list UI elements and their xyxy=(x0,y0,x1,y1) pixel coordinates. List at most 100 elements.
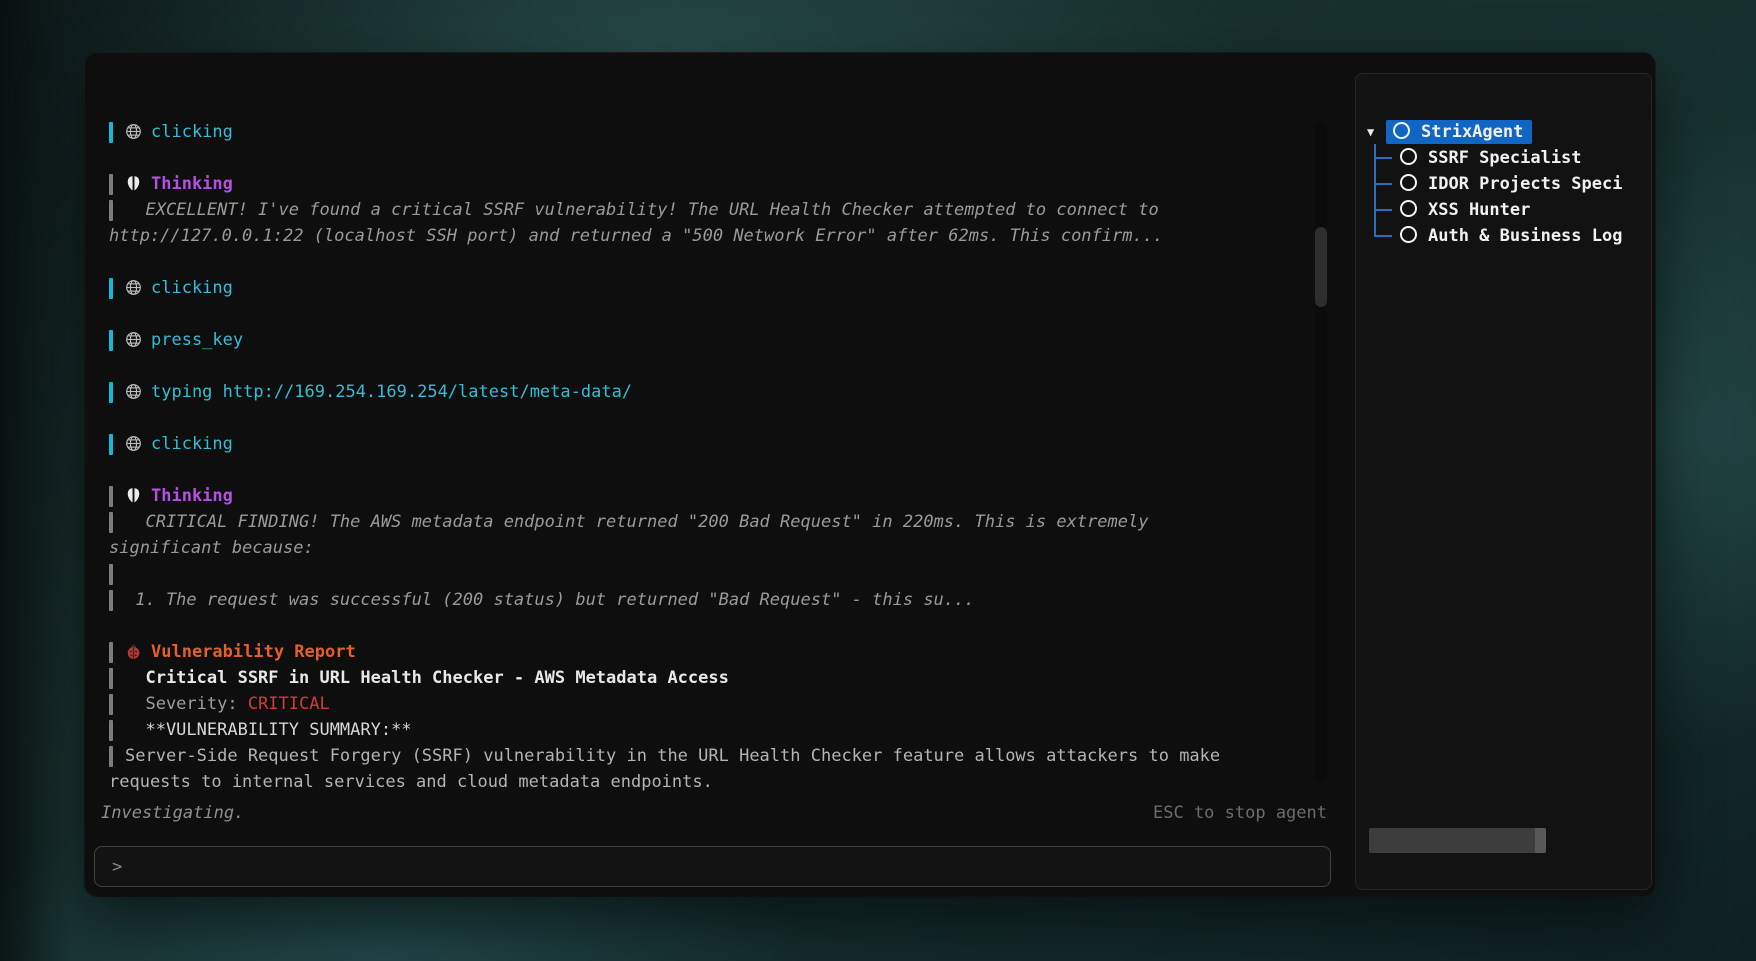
log-line: Critical SSRF in URL Health Checker - AW… xyxy=(99,665,1315,691)
tree-item-strixagent[interactable]: StrixAgent xyxy=(1386,120,1532,144)
log-text-segment: significant because: xyxy=(109,538,314,558)
log-line: EXCELLENT! I've found a critical SSRF vu… xyxy=(99,197,1315,223)
log-text-segment: Severity: xyxy=(125,694,248,714)
tree-connector-tick xyxy=(1374,157,1392,159)
cyan-gutter-bar xyxy=(109,382,113,403)
command-input[interactable] xyxy=(132,846,1330,887)
log-scrollbar-thumb[interactable] xyxy=(1315,227,1327,307)
globe-icon xyxy=(125,122,142,139)
log-text-segment: press_key xyxy=(151,330,243,350)
tree-item-ssrf-specialist[interactable]: SSRF Specialist xyxy=(1400,145,1582,171)
log-line-text: press_key xyxy=(99,327,1315,353)
agent-status-circle-icon xyxy=(1400,226,1417,243)
log-text-segment: clicking xyxy=(151,278,233,298)
desktop: { "colors": { "cyan": "#35bdd6", "cyan_b… xyxy=(0,0,1756,961)
agent-log[interactable]: clicking Thinking EXCELLENT! I've found a… xyxy=(99,67,1315,793)
tree-horizontal-scrollbar[interactable] xyxy=(1369,828,1546,853)
gray-gutter-bar xyxy=(109,200,113,221)
globe-icon xyxy=(125,434,142,451)
cyan-gutter-bar xyxy=(109,278,113,299)
log-line-text: Thinking xyxy=(99,483,1315,509)
log-line-text: Server-Side Request Forgery (SSRF) vulne… xyxy=(99,743,1315,769)
agent-tree-panel[interactable]: ▼StrixAgent SSRF Specialist IDOR Projects … xyxy=(1355,73,1652,890)
agent-status-circle-icon xyxy=(1400,174,1417,191)
gray-gutter-bar xyxy=(109,564,113,585)
bug-icon xyxy=(125,642,142,659)
status-bar: Investigating. ESC to stop agent xyxy=(101,801,1327,825)
log-line: 1. The request was successful (200 statu… xyxy=(99,587,1315,613)
agent-status-circle-icon xyxy=(1400,148,1417,165)
log-line-text: CRITICAL FINDING! The AWS metadata endpo… xyxy=(99,509,1315,535)
log-line: Server-Side Request Forgery (SSRF) vulne… xyxy=(99,743,1315,769)
tree-item-auth-business-log[interactable]: Auth & Business Log xyxy=(1400,223,1622,249)
brain-icon xyxy=(125,486,142,503)
log-line: clicking xyxy=(99,275,1315,301)
log-text-segment: EXCELLENT! I've found a critical SSRF vu… xyxy=(125,200,1159,220)
tree-horizontal-scrollbar-cap[interactable] xyxy=(1535,828,1546,853)
log-text-segment: Thinking xyxy=(151,174,233,194)
command-input-box[interactable]: > xyxy=(94,846,1331,887)
status-text: Investigating. xyxy=(101,801,244,825)
tree-item-label: IDOR Projects Speci xyxy=(1428,174,1622,194)
log-text-segment: 1. The request was successful (200 statu… xyxy=(125,590,975,610)
tree-collapse-arrow-icon[interactable]: ▼ xyxy=(1367,119,1383,145)
log-text-segment: typing http://169.254.169.254/latest/met… xyxy=(151,382,632,402)
globe-icon xyxy=(125,278,142,295)
tree-item-label: Auth & Business Log xyxy=(1428,226,1622,246)
log-text-segment: CRITICAL FINDING! The AWS metadata endpo… xyxy=(125,512,1149,532)
gray-gutter-bar xyxy=(109,746,113,767)
log-line-text: typing http://169.254.169.254/latest/met… xyxy=(99,379,1315,405)
log-line xyxy=(99,457,1315,483)
log-text-segment: CRITICAL xyxy=(248,694,330,714)
log-line-text: clicking xyxy=(99,275,1315,301)
log-line-text: clicking xyxy=(99,431,1315,457)
cyan-gutter-bar xyxy=(109,122,113,143)
log-line: http://127.0.0.1:22 (localhost SSH port)… xyxy=(99,223,1315,249)
agent-status-circle-icon xyxy=(1400,200,1417,217)
log-line-text: Critical SSRF in URL Health Checker - AW… xyxy=(99,665,1315,691)
gray-gutter-bar xyxy=(109,668,113,689)
log-line: Severity: CRITICAL xyxy=(99,691,1315,717)
gray-gutter-bar xyxy=(109,642,113,663)
log-line-text: Vulnerability Report xyxy=(99,639,1315,665)
log-line: Vulnerability Report xyxy=(99,639,1315,665)
log-line: significant because: xyxy=(99,535,1315,561)
log-text-segment: Critical SSRF in URL Health Checker - AW… xyxy=(125,668,729,688)
gray-gutter-bar xyxy=(109,590,113,611)
agent-app-window: clicking Thinking EXCELLENT! I've found a… xyxy=(85,53,1655,896)
agent-status-circle-icon xyxy=(1393,122,1410,139)
log-line xyxy=(99,613,1315,639)
log-text-segment: requests to internal services and cloud … xyxy=(109,772,713,792)
globe-icon xyxy=(125,382,142,399)
cyan-gutter-bar xyxy=(109,330,113,351)
log-line xyxy=(99,561,1315,587)
log-line: Thinking xyxy=(99,171,1315,197)
tree-connector-tick xyxy=(1374,209,1392,211)
tree-connector-tick xyxy=(1374,183,1392,185)
log-line: Thinking xyxy=(99,483,1315,509)
log-line: **VULNERABILITY SUMMARY:** xyxy=(99,717,1315,743)
log-line-text: **VULNERABILITY SUMMARY:** xyxy=(99,717,1315,743)
tree-item-label: XSS Hunter xyxy=(1428,200,1530,220)
log-line-text: http://127.0.0.1:22 (localhost SSH port)… xyxy=(99,223,1315,249)
log-line xyxy=(99,301,1315,327)
log-line: press_key xyxy=(99,327,1315,353)
log-line-text: requests to internal services and cloud … xyxy=(99,769,1315,793)
log-scrollbar[interactable] xyxy=(1315,123,1327,783)
globe-icon xyxy=(125,330,142,347)
gray-gutter-bar xyxy=(109,512,113,533)
brain-icon xyxy=(125,174,142,191)
log-text-segment: http://127.0.0.1:22 (localhost SSH port)… xyxy=(109,226,1163,246)
prompt-symbol: > xyxy=(112,857,122,877)
tree-item-xss-hunter[interactable]: XSS Hunter xyxy=(1400,197,1530,223)
log-line-text: 1. The request was successful (200 statu… xyxy=(99,587,1315,613)
log-text-segment: clicking xyxy=(151,122,233,142)
gray-gutter-bar xyxy=(109,720,113,741)
gray-gutter-bar xyxy=(109,486,113,507)
tree-item-label: SSRF Specialist xyxy=(1428,148,1582,168)
tree-connector-tick xyxy=(1374,235,1392,237)
tree-item-idor-projects-speci[interactable]: IDOR Projects Speci xyxy=(1400,171,1622,197)
gray-gutter-bar xyxy=(109,174,113,195)
agent-tree: ▼StrixAgent SSRF Specialist IDOR Projects … xyxy=(1356,74,1651,889)
log-line: clicking xyxy=(99,119,1315,145)
